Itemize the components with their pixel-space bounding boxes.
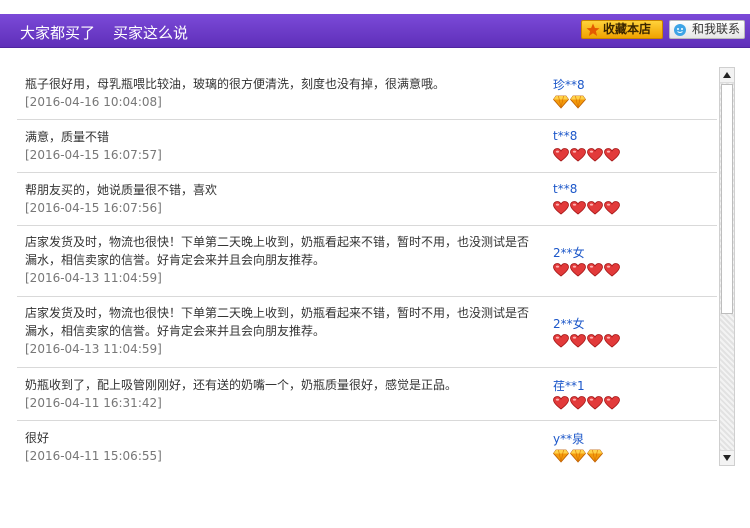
contact-me-label: 和我联系 xyxy=(692,22,741,36)
heart-icon xyxy=(570,333,586,352)
scroll-down-arrow-icon[interactable] xyxy=(720,450,734,465)
tab-everyone-bought[interactable]: 大家都买了 xyxy=(20,23,95,43)
reviewer-name[interactable]: 荏**1 xyxy=(553,377,585,394)
diamond-icon xyxy=(569,94,587,113)
reviewer-name[interactable]: t**8 xyxy=(553,129,577,143)
heart-icon xyxy=(553,395,569,414)
heart-icon xyxy=(587,200,603,219)
review-date: [2016-04-13 11:04:59] xyxy=(25,342,162,356)
heart-icon xyxy=(604,262,620,281)
heart-icon xyxy=(553,333,569,352)
review-header: 大家都买了 买家这么说 收藏本店 和我联系 xyxy=(0,14,750,48)
heart-icon xyxy=(587,333,603,352)
favorite-shop-button[interactable]: 收藏本店 xyxy=(581,20,663,39)
review-text: 帮朋友买的，她说质量很不错，喜欢 xyxy=(25,183,218,197)
heart-icon xyxy=(570,200,586,219)
favorite-shop-label: 收藏本店 xyxy=(603,22,652,36)
heart-icon xyxy=(570,147,586,166)
diamond-icon xyxy=(569,448,587,466)
reviewer-name[interactable]: 2**女 xyxy=(553,315,585,332)
reviewer-name[interactable]: 珍**8 xyxy=(553,76,585,93)
buyer-rank xyxy=(553,395,620,414)
review-text: 店家发货及时，物流也很快！下单第二天晚上收到，奶瓶看起来不错，暂时不用，也没测试… xyxy=(25,235,530,267)
review-scrollbar[interactable] xyxy=(719,67,735,466)
review-text: 店家发货及时，物流也很快！下单第二天晚上收到，奶瓶看起来不错，暂时不用，也没测试… xyxy=(25,306,530,338)
review-date: [2016-04-16 10:04:08] xyxy=(25,95,162,109)
review-text: 满意，质量不错 xyxy=(25,130,110,144)
review-row: 瓶子很好用，母乳瓶喂比较油，玻璃的很方便清洗，刻度也没有掉，很满意哦。 [201… xyxy=(17,67,717,120)
buyer-rank xyxy=(553,333,620,352)
heart-icon xyxy=(553,200,569,219)
review-date: [2016-04-15 16:07:57] xyxy=(25,148,162,162)
tab-buyer-reviews[interactable]: 买家这么说 xyxy=(113,23,188,43)
buyer-rank xyxy=(552,94,587,113)
heart-icon xyxy=(604,200,620,219)
heart-icon xyxy=(604,147,620,166)
heart-icon xyxy=(587,262,603,281)
heart-icon xyxy=(570,395,586,414)
heart-icon xyxy=(553,262,569,281)
review-date: [2016-04-15 16:07:56] xyxy=(25,201,162,215)
star-icon xyxy=(586,23,600,37)
review-date: [2016-04-13 11:04:59] xyxy=(25,271,162,285)
review-text: 很好 xyxy=(25,431,50,445)
reviewer-name[interactable]: 2**女 xyxy=(553,244,585,261)
review-date: [2016-04-11 16:31:42] xyxy=(25,396,162,410)
review-row: 奶瓶收到了，配上吸管刚刚好，还有送的奶嘴一个，奶瓶质量很好，感觉是正品。 [20… xyxy=(17,368,717,421)
scrollbar-thumb[interactable] xyxy=(721,84,733,314)
heart-icon xyxy=(604,395,620,414)
diamond-icon xyxy=(552,94,570,113)
contact-me-button[interactable]: 和我联系 xyxy=(669,20,745,39)
review-text: 奶瓶收到了，配上吸管刚刚好，还有送的奶嘴一个，奶瓶质量很好，感觉是正品。 xyxy=(25,378,458,392)
review-row: 满意，质量不错 [2016-04-15 16:07:57] t**8 xyxy=(17,120,717,173)
review-row: 店家发货及时，物流也很快！下单第二天晚上收到，奶瓶看起来不错，暂时不用，也没测试… xyxy=(17,297,717,368)
heart-icon xyxy=(587,147,603,166)
buyer-rank xyxy=(553,200,620,219)
heart-icon xyxy=(587,395,603,414)
heart-icon xyxy=(553,147,569,166)
review-list: 瓶子很好用，母乳瓶喂比较油，玻璃的很方便清洗，刻度也没有掉，很满意哦。 [201… xyxy=(17,67,717,466)
buyer-rank xyxy=(553,262,620,281)
chat-icon xyxy=(673,23,689,37)
diamond-icon xyxy=(586,448,604,466)
tab-bar: 大家都买了 买家这么说 xyxy=(20,23,188,43)
diamond-icon xyxy=(552,448,570,466)
heart-icon xyxy=(604,333,620,352)
review-date: [2016-04-11 15:06:55] xyxy=(25,449,162,463)
buyer-rank xyxy=(553,147,620,166)
scroll-up-arrow-icon[interactable] xyxy=(720,68,734,83)
review-row: 店家发货及时，物流也很快！下单第二天晚上收到，奶瓶看起来不错，暂时不用，也没测试… xyxy=(17,226,717,297)
reviewer-name[interactable]: y**泉 xyxy=(553,430,584,447)
review-text: 瓶子很好用，母乳瓶喂比较油，玻璃的很方便清洗，刻度也没有掉，很满意哦。 xyxy=(25,77,446,91)
review-row: 帮朋友买的，她说质量很不错，喜欢 [2016-04-15 16:07:56] t… xyxy=(17,173,717,226)
review-row: 很好 [2016-04-11 15:06:55] y**泉 xyxy=(17,421,717,466)
buyer-rank xyxy=(552,448,604,466)
reviewer-name[interactable]: t**8 xyxy=(553,182,577,196)
heart-icon xyxy=(570,262,586,281)
